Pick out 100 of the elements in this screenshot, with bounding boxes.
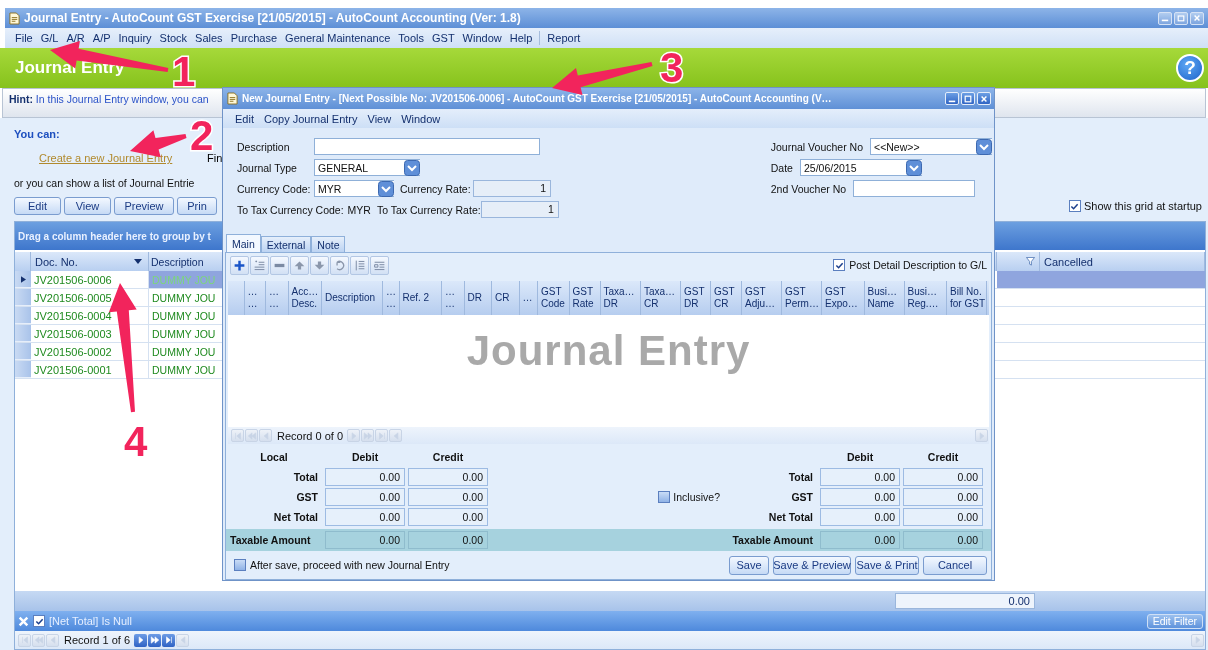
menu-item[interactable]: G/L <box>36 32 63 44</box>
skip-icon <box>19 635 30 645</box>
section-label: You can: <box>14 128 61 142</box>
document-icon <box>9 11 20 25</box>
action-button[interactable]: Edit <box>14 197 61 215</box>
checkbox-label: After save, proceed with new Journal Entry <box>250 559 450 571</box>
column-label: Credit <box>431 451 465 463</box>
list-text: or you can show a list of Journal Entrie <box>14 177 195 191</box>
dialog-button[interactable]: Save & Print <box>855 555 919 575</box>
text-field[interactable] <box>853 180 976 197</box>
dropdown[interactable]: MYR <box>314 180 394 197</box>
chevron-down-icon[interactable] <box>976 138 992 155</box>
nav-button[interactable] <box>148 633 162 647</box>
restore-button[interactable] <box>1174 11 1188 25</box>
menu-item[interactable]: A/R <box>62 32 89 44</box>
text-field[interactable] <box>314 138 540 155</box>
total-label: Total <box>787 471 814 483</box>
skip-icon <box>376 430 387 441</box>
menu-item[interactable]: Report <box>543 32 585 44</box>
menu-item[interactable]: A/P <box>88 32 115 44</box>
rate-field: 1 <box>473 180 551 197</box>
toolbar-button[interactable] <box>370 255 389 275</box>
undo-icon <box>333 258 346 272</box>
filter-text: [Net Total] Is Null <box>49 615 133 627</box>
window-title: Journal Entry - AutoCount GST Exercise [21/05/2015] - AutoCount Accounting (Ver: 1.8) <box>24 11 522 25</box>
checkbox[interactable] <box>658 491 671 503</box>
rate-field: 1 <box>480 201 559 218</box>
row-indicator[interactable] <box>15 271 31 288</box>
amount-field: 0.00 <box>325 531 405 549</box>
menu-item[interactable]: Sales <box>191 32 227 44</box>
dropdown[interactable]: GENERAL <box>314 159 420 176</box>
action-button[interactable]: Preview <box>114 197 174 215</box>
menu-item[interactable]: Purchase <box>226 32 282 44</box>
amount-field: 0.00 <box>820 508 900 526</box>
tab[interactable]: External <box>260 236 312 252</box>
menu-item[interactable]: Stock <box>155 32 192 44</box>
menu-item[interactable]: Help <box>505 32 537 44</box>
checkbox[interactable] <box>234 559 246 571</box>
amount-field: 0.00 <box>325 468 405 486</box>
double-arrow-icon <box>33 635 44 645</box>
toolbar-button[interactable] <box>250 255 269 275</box>
checkbox[interactable] <box>33 615 45 627</box>
toolbar-button[interactable] <box>270 255 289 275</box>
chevron-down-icon[interactable] <box>378 180 394 197</box>
chevron-down-icon[interactable] <box>905 159 922 176</box>
total-label: Net Total <box>767 511 814 523</box>
toolbar-button[interactable] <box>290 255 309 275</box>
menu-item[interactable]: Tools <box>394 32 428 44</box>
table-cell: DUMMY JOU <box>149 271 223 288</box>
amount-field: 0.00 <box>903 488 983 506</box>
double-arrow-icon <box>149 635 160 645</box>
filter-icon <box>1026 257 1035 266</box>
minimize-button[interactable] <box>1158 11 1172 25</box>
minimize-button[interactable] <box>945 92 959 105</box>
toolbar-button[interactable] <box>310 255 329 275</box>
dropdown[interactable]: 25/06/2015 <box>799 159 922 176</box>
toolbar-button[interactable] <box>230 255 249 275</box>
column-label: Credit <box>926 451 960 463</box>
dialog-button[interactable]: Save <box>729 555 769 575</box>
tab[interactable]: Main <box>226 234 261 252</box>
menu-item[interactable]: General Maintenance <box>281 32 395 44</box>
triangle-icon <box>976 430 987 441</box>
restore-icon <box>1177 14 1185 22</box>
dialog-button[interactable]: Cancel <box>923 555 987 575</box>
dialog-button[interactable]: Save & Preview <box>773 555 851 575</box>
column-header[interactable]: Doc. No. <box>31 252 149 271</box>
field-label: Currency Rate: <box>400 182 472 195</box>
toolbar-button[interactable] <box>330 255 349 275</box>
nav-button[interactable] <box>134 633 148 647</box>
maximize-icon <box>964 94 972 103</box>
checkbox-label: Show this grid at startup <box>1084 200 1202 212</box>
chevron-down-icon[interactable] <box>404 159 420 176</box>
tab[interactable]: Note <box>311 236 346 252</box>
double-arrow-icon <box>362 430 373 441</box>
action-button[interactable]: Prin <box>177 197 217 215</box>
up-arrow-icon <box>293 258 306 272</box>
menu-item[interactable]: Window <box>458 32 506 44</box>
record-counter: Record 1 of 6 <box>63 634 132 646</box>
close-button[interactable] <box>977 92 991 105</box>
checkbox[interactable] <box>1069 200 1081 212</box>
field-label: 2nd Voucher No <box>770 182 847 195</box>
menu-item[interactable]: GST <box>428 32 459 44</box>
amount-field: 0.00 <box>820 531 900 549</box>
menu-item[interactable]: File <box>11 32 37 44</box>
nav-button[interactable] <box>162 633 176 647</box>
checkbox[interactable] <box>833 259 846 271</box>
maximize-button[interactable] <box>961 92 975 105</box>
document-icon <box>227 92 238 105</box>
triangle-icon <box>135 635 146 645</box>
total-label: Taxable Amount <box>229 534 312 546</box>
total-label: Net Total <box>272 511 319 523</box>
field-label: To Tax Currency Rate: <box>376 203 481 216</box>
close-icon <box>18 615 29 627</box>
menu-item[interactable]: Inquiry <box>114 32 156 44</box>
close-button[interactable] <box>1190 11 1204 25</box>
action-button[interactable]: View <box>64 197 111 215</box>
amount-field: 0.00 <box>325 488 405 506</box>
dropdown-arrow-icon <box>134 259 142 264</box>
amount-field: 0.00 <box>903 531 983 549</box>
dropdown[interactable]: <<New>> <box>870 138 992 155</box>
